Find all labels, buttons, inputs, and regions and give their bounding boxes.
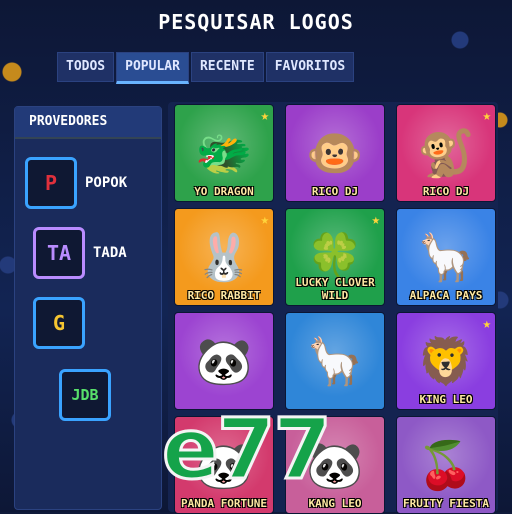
game-title: RICO RABBIT (187, 289, 261, 302)
panda-bear-icon: 🐼 (195, 333, 253, 388)
tada-logo-icon: TA (33, 227, 85, 279)
jdb-logo-icon: JDB (59, 369, 111, 421)
provider-popok[interactable]: P POPOK (25, 157, 127, 209)
game-card[interactable]: 🐒 ★ RICO DJ (396, 104, 496, 202)
page-title: PESQUISAR LOGOS (158, 10, 354, 34)
provider-jdb[interactable]: JDB (59, 369, 111, 421)
favorite-star-icon[interactable]: ★ (483, 316, 491, 332)
tab-favoritos[interactable]: FAVORITOS (265, 52, 355, 82)
tab-recente[interactable]: RECENTE (190, 52, 264, 82)
alpaca-icon: 🦙 (306, 333, 364, 388)
popok-logo-icon: P (25, 157, 77, 209)
tab-todos[interactable]: TODOS (57, 52, 115, 82)
providers-sidebar: PROVEDORES P POPOK TA TADA G JDB (14, 106, 162, 510)
game-card[interactable]: 🐰 ★ RICO RABBIT (174, 208, 274, 306)
favorite-star-icon[interactable]: ★ (483, 108, 491, 124)
game-card[interactable]: 🦙 ALPACA PAYS (396, 208, 496, 306)
game-title: KING LEO (419, 393, 473, 406)
g-logo-icon: G (33, 297, 85, 349)
game-title: RICO DJ (311, 185, 359, 198)
tab-popular[interactable]: POPULAR (116, 52, 189, 84)
game-card[interactable]: 🐵 RICO DJ (285, 104, 385, 202)
provider-label: TADA (93, 245, 127, 261)
favorite-star-icon[interactable]: ★ (261, 212, 269, 228)
game-title: ALPACA PAYS (409, 289, 483, 302)
game-title: YO DRAGON (194, 185, 254, 198)
game-title: PANDA FORTUNE (180, 497, 268, 510)
watermark-logo: e77 (161, 399, 334, 500)
game-title: KANG LEO (308, 497, 362, 510)
provider-tada[interactable]: TA TADA (33, 227, 127, 279)
sidebar-heading: PROVEDORES (15, 107, 161, 139)
tab-bar: TODOS POPULAR RECENTE FAVORITOS (57, 52, 355, 84)
game-title: RICO DJ (422, 185, 470, 198)
game-card[interactable]: 🍀 ★ LUCKY CLOVER WILD (285, 208, 385, 306)
game-title: LUCKY CLOVER WILD (295, 276, 375, 302)
game-card[interactable]: 🦁 ★ KING LEO (396, 312, 496, 410)
favorite-star-icon[interactable]: ★ (372, 212, 380, 228)
favorite-star-icon[interactable]: ★ (261, 108, 269, 124)
game-card[interactable]: 🍒 FRUITY FIESTA (396, 416, 496, 514)
provider-label: POPOK (85, 175, 128, 191)
game-card[interactable]: 🦙 (285, 312, 385, 410)
game-card[interactable]: 🐲 ★ YO DRAGON (174, 104, 274, 202)
game-title: FRUITY FIESTA (402, 497, 490, 510)
game-card[interactable]: 🐼 (174, 312, 274, 410)
provider-g[interactable]: G (33, 297, 85, 349)
